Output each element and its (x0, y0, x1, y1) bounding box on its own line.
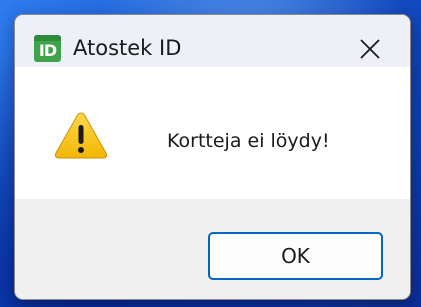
message-dialog: ID Atostek ID Kortteja ei löydy! OK (14, 14, 411, 300)
app-logo-text: ID (38, 41, 57, 60)
app-logo-icon: ID (34, 35, 61, 62)
window-title: Atostek ID (73, 36, 182, 60)
ok-button[interactable]: OK (208, 232, 383, 280)
dialog-footer: OK (15, 199, 410, 299)
message-text: Kortteja ei löydy! (167, 130, 330, 152)
warning-icon (54, 112, 108, 159)
dialog-content: Kortteja ei löydy! (15, 67, 410, 199)
title-bar[interactable]: ID Atostek ID (15, 15, 410, 67)
close-button[interactable] (347, 31, 393, 65)
close-icon (360, 38, 380, 59)
